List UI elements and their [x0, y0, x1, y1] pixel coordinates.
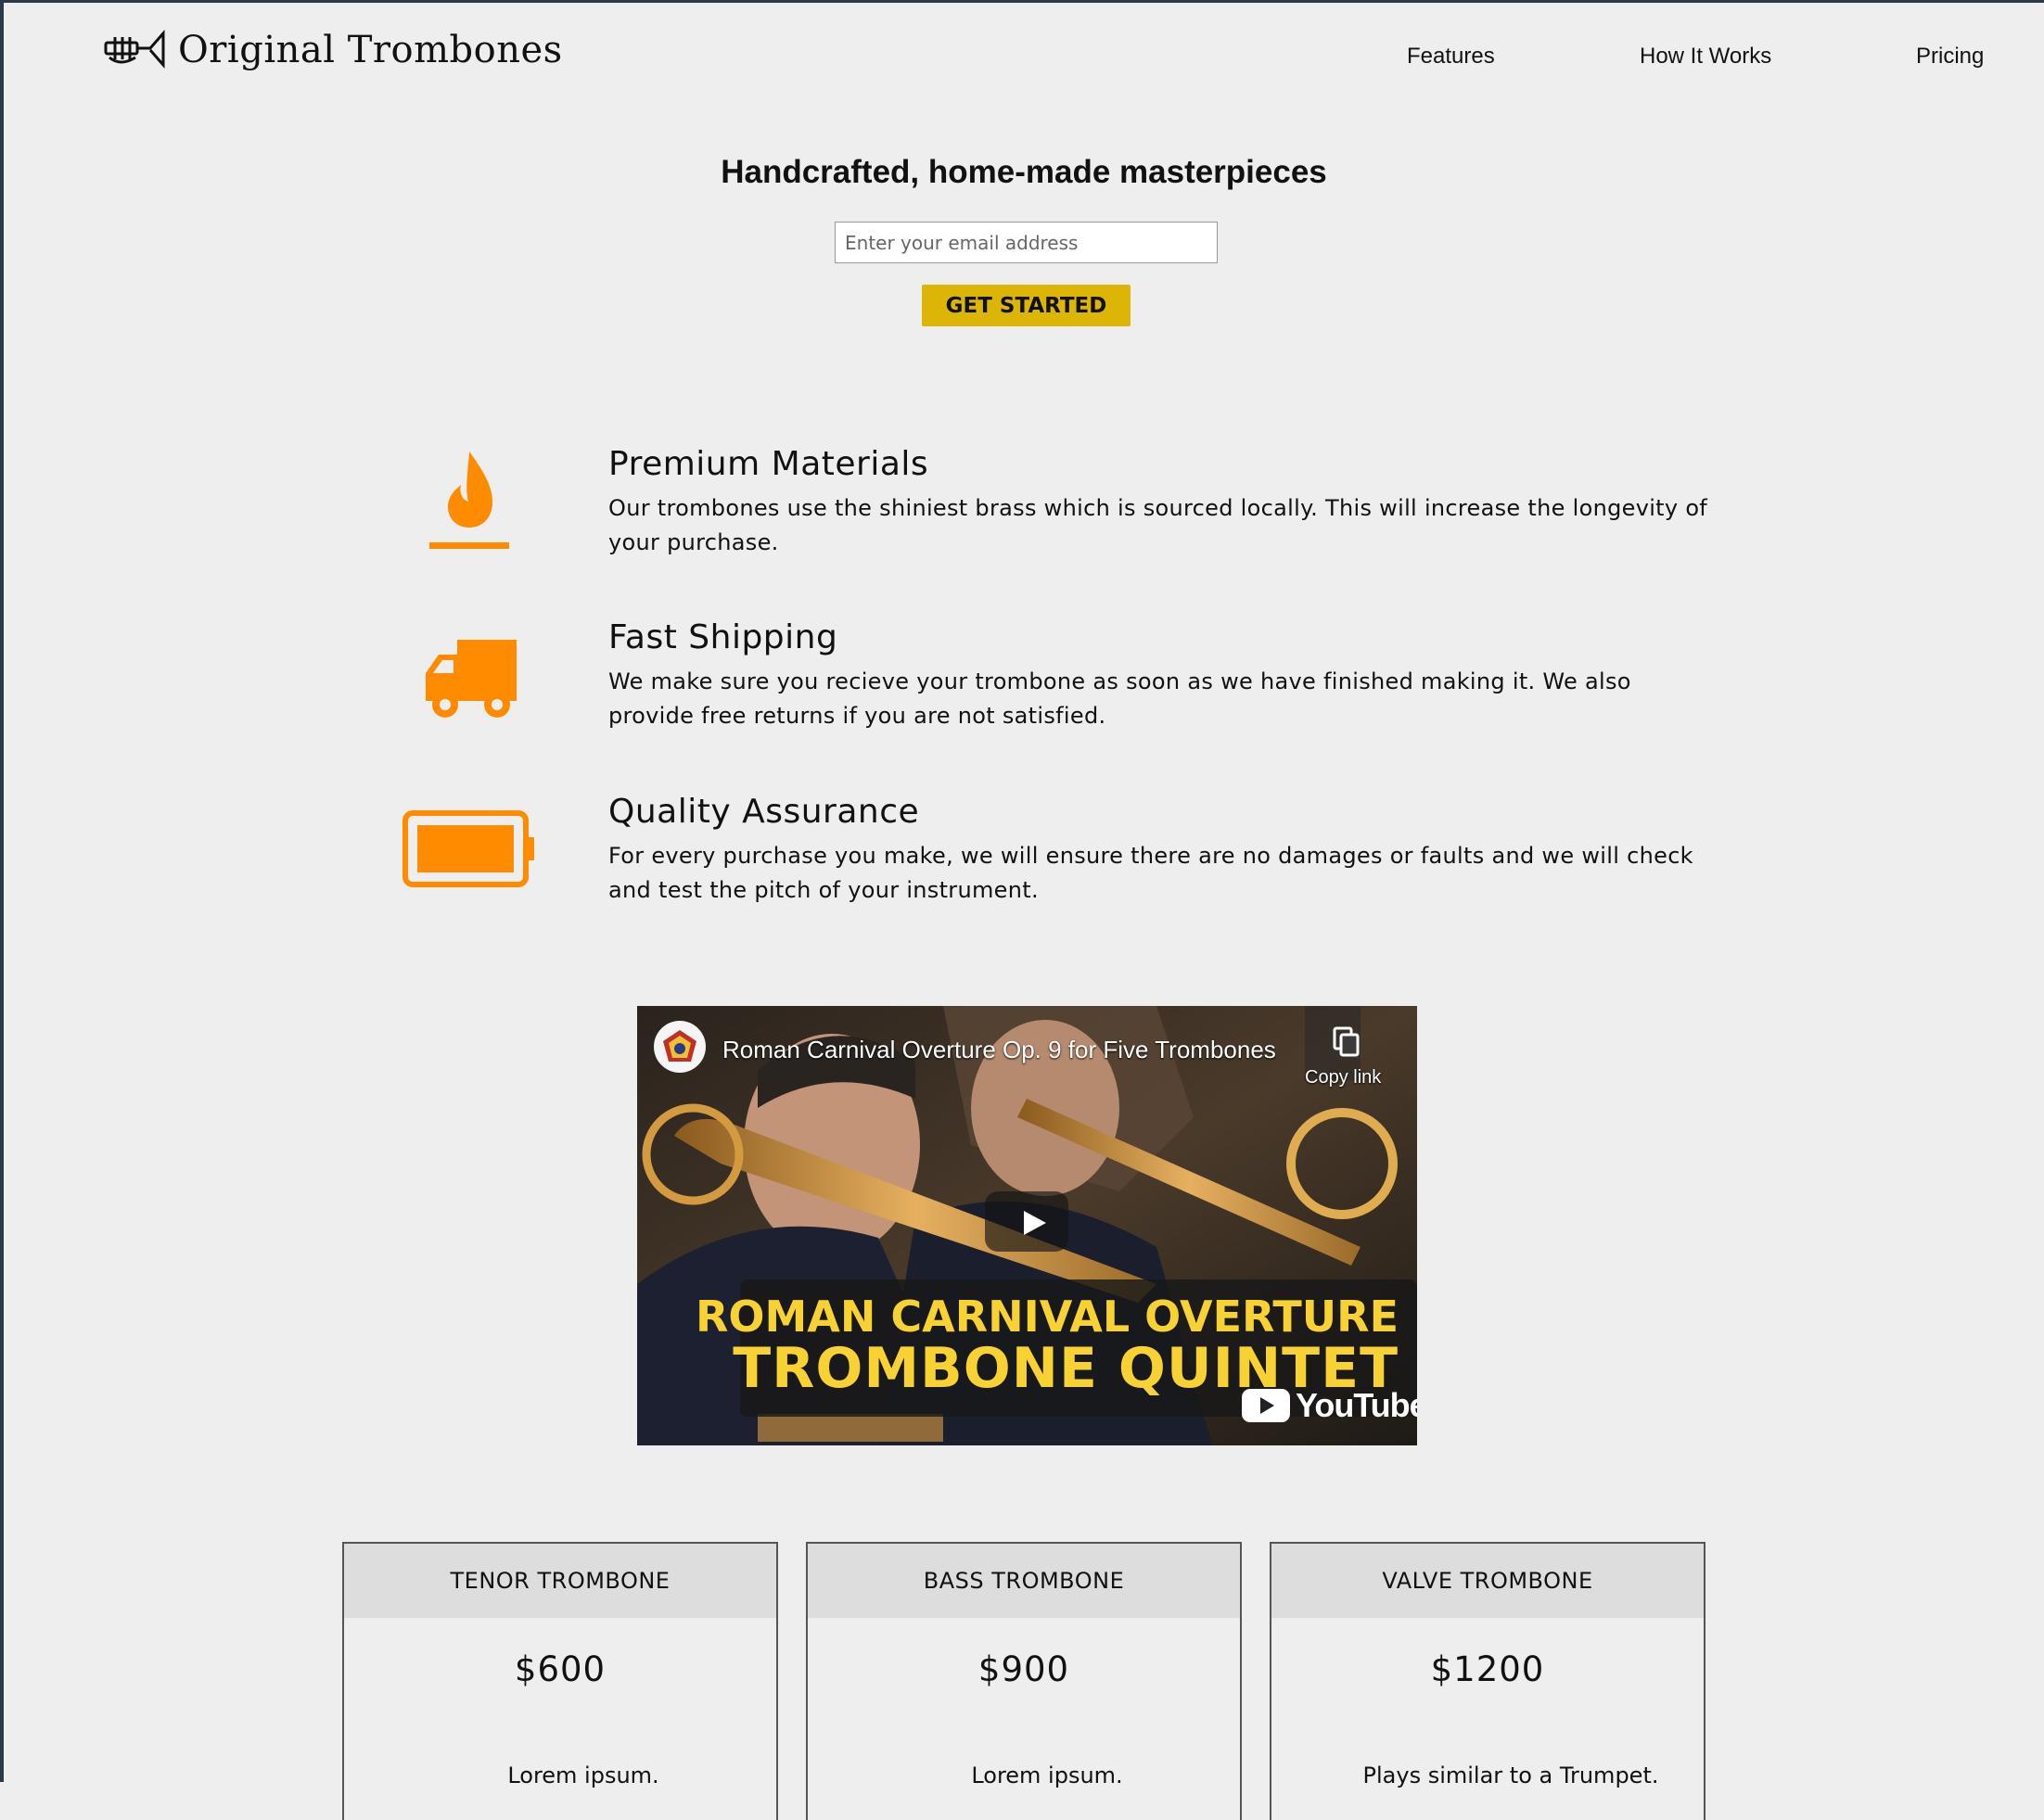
fire-icon: [429, 452, 509, 549]
channel-avatar[interactable]: [654, 1021, 706, 1073]
feature-title: Quality Assurance: [608, 793, 920, 831]
youtube-icon: [1242, 1389, 1290, 1422]
brand-name: Original Trombones: [178, 29, 563, 71]
pricing-card-bass[interactable]: BASS TROMBONE $900 Lorem ipsum.: [806, 1542, 1242, 1820]
video-embed[interactable]: Roman Carnival Overture Op. 9 for Five T…: [637, 1006, 1417, 1445]
feature-title: Fast Shipping: [608, 618, 838, 656]
brand-logo[interactable]: Original Trombones: [102, 29, 563, 71]
pricing-card-tenor[interactable]: TENOR TROMBONE $600 Lorem ipsum.: [342, 1542, 778, 1820]
get-started-button[interactable]: GET STARTED: [922, 285, 1131, 326]
copy-link-label[interactable]: Copy link: [1305, 1067, 1416, 1088]
battery-full-icon: [402, 810, 534, 887]
pricing-card-title: VALVE TROMBONE: [1271, 1544, 1704, 1618]
pricing-card-description: Plays similar to a Trumpet.: [1362, 1763, 1659, 1788]
nav-link-how-it-works[interactable]: How It Works: [1640, 44, 1771, 70]
hero-title: Handcrafted, home-made masterpieces: [721, 154, 1327, 190]
pricing-card-price: $900: [977, 1649, 1070, 1689]
pricing-card-price: $600: [514, 1649, 607, 1689]
feature-title: Premium Materials: [608, 445, 929, 483]
video-title[interactable]: Roman Carnival Overture Op. 9 for Five T…: [722, 1036, 1276, 1064]
channel-crest-icon: [663, 1030, 696, 1062]
pricing-card-title: BASS TROMBONE: [808, 1544, 1240, 1618]
feature-description: We make sure you recieve your trombone a…: [608, 668, 1631, 729]
header: Original Trombones Features How It Works…: [4, 3, 2044, 114]
pricing-card-description: Lorem ipsum.: [971, 1763, 1123, 1788]
youtube-wordmark: YouTube: [1296, 1386, 1417, 1424]
pricing-card-price: $1200: [1430, 1649, 1545, 1689]
truck-icon: [426, 640, 517, 718]
banner-line-1: ROMAN CARNIVAL OVERTURE: [695, 1292, 1399, 1342]
play-button[interactable]: [985, 1191, 1068, 1252]
email-input[interactable]: [835, 222, 1218, 263]
feature-description: For every purchase you make, we will ens…: [608, 843, 1693, 903]
play-icon: [1024, 1211, 1046, 1235]
nav-link-features[interactable]: Features: [1407, 44, 1495, 70]
nav-link-pricing[interactable]: Pricing: [1916, 44, 1984, 70]
youtube-logo[interactable]: YouTube: [1242, 1386, 1417, 1425]
pricing-card-title: TENOR TROMBONE: [344, 1544, 776, 1618]
copy-icon[interactable]: [1333, 1026, 1361, 1058]
trumpet-icon: [104, 30, 165, 69]
pricing-card-description: Lorem ipsum.: [507, 1763, 659, 1788]
pricing-card-valve[interactable]: VALVE TROMBONE $1200 Plays similar to a …: [1270, 1542, 1705, 1820]
feature-description: Our trombones use the shiniest brass whi…: [608, 495, 1708, 555]
